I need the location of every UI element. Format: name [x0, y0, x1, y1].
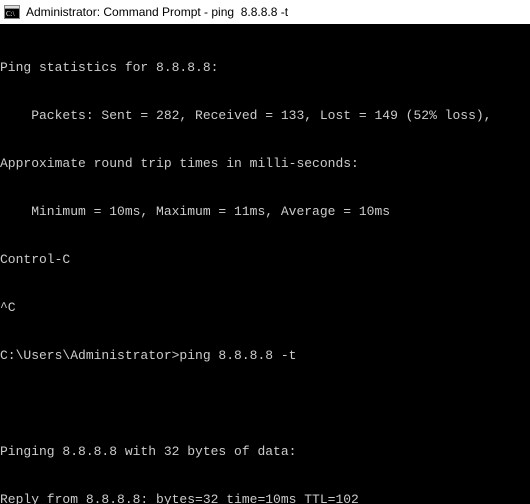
ping-rtt-header: Approximate round trip times in milli-se… — [0, 156, 528, 172]
svg-text:C:\: C:\ — [6, 10, 15, 18]
caret-c-line: ^C — [0, 300, 528, 316]
window-titlebar[interactable]: C:\ Administrator: Command Prompt - ping… — [0, 0, 530, 24]
ping-reply-line: Reply from 8.8.8.8: bytes=32 time=10ms T… — [0, 492, 528, 504]
ping-stats-header: Ping statistics for 8.8.8.8: — [0, 60, 528, 76]
ping-packets-line: Packets: Sent = 282, Received = 133, Los… — [0, 108, 528, 124]
window-title: Administrator: Command Prompt - ping 8.8… — [26, 5, 288, 19]
pinging-header: Pinging 8.8.8.8 with 32 bytes of data: — [0, 444, 528, 460]
cmd-icon: C:\ — [4, 4, 20, 20]
terminal-output[interactable]: Ping statistics for 8.8.8.8: Packets: Se… — [0, 24, 530, 504]
prompt-line: C:\Users\Administrator>ping 8.8.8.8 -t — [0, 348, 528, 364]
blank-line — [0, 396, 528, 412]
ping-rtt-line: Minimum = 10ms, Maximum = 11ms, Average … — [0, 204, 528, 220]
control-c-line: Control-C — [0, 252, 528, 268]
